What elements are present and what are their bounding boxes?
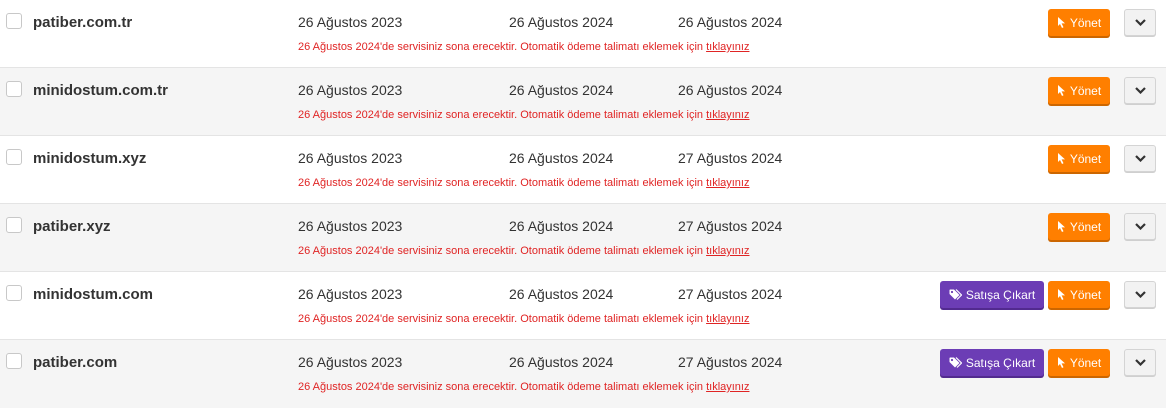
manage-button[interactable]: Yönet — [1048, 281, 1110, 308]
put-on-sale-label: Satışa Çıkart — [965, 355, 1036, 370]
manage-button[interactable]: Yönet — [1048, 349, 1110, 376]
manage-button-label: Yönet — [1069, 83, 1102, 98]
registration-date: 26 Ağustos 2023 — [298, 14, 403, 30]
cursor-pointer-icon — [1057, 357, 1065, 368]
expand-row-button[interactable] — [1124, 281, 1156, 308]
domain-row: patiber.com 26 Ağustos 2023 26 Ağustos 2… — [0, 340, 1166, 408]
manage-button-label: Yönet — [1069, 151, 1102, 166]
cursor-pointer-icon — [1057, 221, 1065, 232]
auto-payment-link[interactable]: tıklayınız — [706, 177, 749, 189]
expiry-notice: 26 Ağustos 2024'de servisiniz sona erece… — [298, 41, 749, 53]
domain-row: patiber.com.tr 26 Ağustos 2023 26 Ağusto… — [0, 0, 1166, 68]
renewal-date: 26 Ağustos 2024 — [509, 150, 614, 166]
row-checkbox[interactable] — [6, 285, 22, 301]
expiry-notice-text: 26 Ağustos 2024'de servisiniz sona erece… — [298, 245, 707, 257]
expiry-notice: 26 Ağustos 2024'de servisiniz sona erece… — [298, 177, 749, 189]
row-checkbox[interactable] — [6, 217, 22, 233]
registration-date: 26 Ağustos 2023 — [298, 150, 403, 166]
cursor-pointer-icon — [1057, 153, 1065, 164]
expiry-notice: 26 Ağustos 2024'de servisiniz sona erece… — [298, 109, 749, 121]
expand-row-button[interactable] — [1124, 349, 1156, 376]
renewal-date: 26 Ağustos 2024 — [509, 354, 614, 370]
domain-row: minidostum.xyz 26 Ağustos 2023 26 Ağusto… — [0, 136, 1166, 204]
expiry-notice-text: 26 Ağustos 2024'de servisiniz sona erece… — [298, 41, 707, 53]
expand-row-button[interactable] — [1124, 9, 1156, 36]
expiry-date: 26 Ağustos 2024 — [678, 14, 783, 30]
domain-name[interactable]: minidostum.com — [33, 286, 153, 303]
put-on-sale-button[interactable]: Satışa Çıkart — [940, 281, 1044, 308]
auto-payment-link[interactable]: tıklayınız — [706, 109, 749, 121]
domain-name[interactable]: minidostum.com.tr — [33, 82, 168, 99]
domain-row: minidostum.com 26 Ağustos 2023 26 Ağusto… — [0, 272, 1166, 340]
cursor-pointer-icon — [1057, 289, 1065, 300]
domain-row: patiber.xyz 26 Ağustos 2023 26 Ağustos 2… — [0, 204, 1166, 272]
expiry-notice-text: 26 Ağustos 2024'de servisiniz sona erece… — [298, 109, 707, 121]
chevron-down-icon — [1134, 223, 1146, 230]
expiry-notice: 26 Ağustos 2024'de servisiniz sona erece… — [298, 245, 749, 257]
chevron-down-icon — [1134, 359, 1146, 366]
domain-name[interactable]: patiber.com — [33, 354, 117, 371]
renewal-date: 26 Ağustos 2024 — [509, 82, 614, 98]
domain-name[interactable]: minidostum.xyz — [33, 150, 146, 167]
renewal-date: 26 Ağustos 2024 — [509, 286, 614, 302]
auto-payment-link[interactable]: tıklayınız — [706, 381, 749, 393]
registration-date: 26 Ağustos 2023 — [298, 286, 403, 302]
auto-payment-link[interactable]: tıklayınız — [706, 41, 749, 53]
expiry-notice-text: 26 Ağustos 2024'de servisiniz sona erece… — [298, 381, 707, 393]
expiry-date: 27 Ağustos 2024 — [678, 218, 783, 234]
manage-button-label: Yönet — [1069, 15, 1102, 30]
expiry-notice: 26 Ağustos 2024'de servisiniz sona erece… — [298, 381, 749, 393]
manage-button-label: Yönet — [1069, 355, 1102, 370]
manage-button[interactable]: Yönet — [1048, 213, 1110, 240]
tag-icon — [949, 357, 962, 368]
registration-date: 26 Ağustos 2023 — [298, 218, 403, 234]
renewal-date: 26 Ağustos 2024 — [509, 14, 614, 30]
renewal-date: 26 Ağustos 2024 — [509, 218, 614, 234]
domain-name[interactable]: patiber.xyz — [33, 218, 111, 235]
domain-row: minidostum.com.tr 26 Ağustos 2023 26 Ağu… — [0, 68, 1166, 136]
expiry-date: 27 Ağustos 2024 — [678, 354, 783, 370]
manage-button-label: Yönet — [1069, 219, 1102, 234]
row-checkbox[interactable] — [6, 353, 22, 369]
put-on-sale-label: Satışa Çıkart — [965, 287, 1036, 302]
chevron-down-icon — [1134, 291, 1146, 298]
chevron-down-icon — [1134, 87, 1146, 94]
expand-row-button[interactable] — [1124, 77, 1156, 104]
expiry-notice-text: 26 Ağustos 2024'de servisiniz sona erece… — [298, 177, 707, 189]
auto-payment-link[interactable]: tıklayınız — [706, 313, 749, 325]
chevron-down-icon — [1134, 155, 1146, 162]
row-checkbox[interactable] — [6, 81, 22, 97]
row-checkbox[interactable] — [6, 13, 22, 29]
domain-name[interactable]: patiber.com.tr — [33, 14, 132, 31]
manage-button[interactable]: Yönet — [1048, 145, 1110, 172]
expiry-date: 26 Ağustos 2024 — [678, 82, 783, 98]
cursor-pointer-icon — [1057, 85, 1065, 96]
expiry-date: 27 Ağustos 2024 — [678, 150, 783, 166]
expiry-notice-text: 26 Ağustos 2024'de servisiniz sona erece… — [298, 313, 707, 325]
row-checkbox[interactable] — [6, 149, 22, 165]
expiry-date: 27 Ağustos 2024 — [678, 286, 783, 302]
expiry-notice: 26 Ağustos 2024'de servisiniz sona erece… — [298, 313, 749, 325]
manage-button[interactable]: Yönet — [1048, 77, 1110, 104]
expand-row-button[interactable] — [1124, 145, 1156, 172]
manage-button[interactable]: Yönet — [1048, 9, 1110, 36]
expand-row-button[interactable] — [1124, 213, 1156, 240]
auto-payment-link[interactable]: tıklayınız — [706, 245, 749, 257]
cursor-pointer-icon — [1057, 17, 1065, 28]
registration-date: 26 Ağustos 2023 — [298, 82, 403, 98]
domain-list: patiber.com.tr 26 Ağustos 2023 26 Ağusto… — [0, 0, 1166, 408]
registration-date: 26 Ağustos 2023 — [298, 354, 403, 370]
chevron-down-icon — [1134, 19, 1146, 26]
tag-icon — [949, 289, 962, 300]
manage-button-label: Yönet — [1069, 287, 1102, 302]
put-on-sale-button[interactable]: Satışa Çıkart — [940, 349, 1044, 376]
